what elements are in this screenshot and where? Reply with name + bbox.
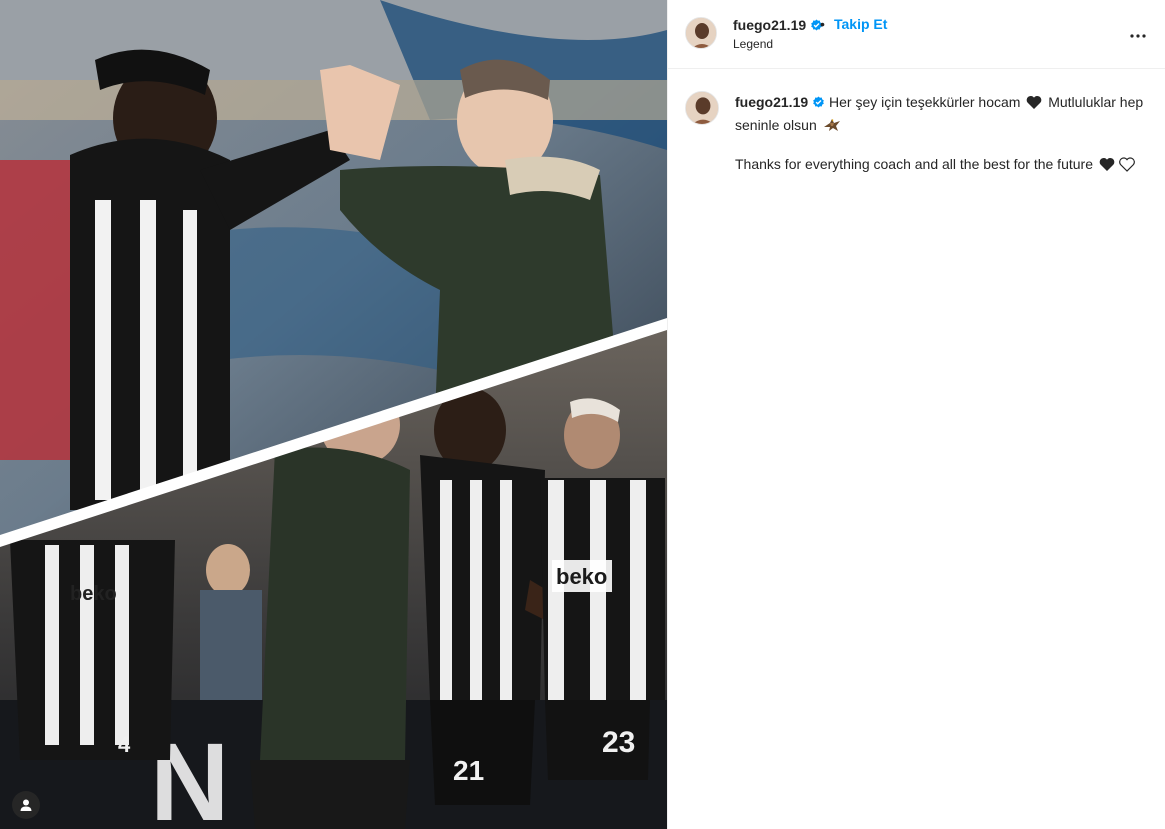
post-caption: fuego21.19 Her şey için teşekkürler hoca… <box>735 92 1150 177</box>
author-avatar[interactable] <box>685 17 717 49</box>
follow-button[interactable]: Takip Et <box>834 16 887 32</box>
post-side-panel: fuego21.19 • Takip Et Legend fuego21.19 … <box>667 0 1165 829</box>
more-options-button[interactable] <box>1126 22 1150 46</box>
caption-author-avatar[interactable] <box>685 91 719 125</box>
caption-avatar-image <box>686 92 718 124</box>
separator-dot: • <box>820 16 825 32</box>
caption-username[interactable]: fuego21.19 <box>735 94 808 110</box>
user-tag-icon <box>19 798 33 812</box>
avatar-image <box>686 18 716 48</box>
jersey-number-23: 23 <box>602 726 635 759</box>
caption-line-1: fuego21.19 Her şey için teşekkürler hoca… <box>735 92 1150 138</box>
post-image[interactable]: N beko 4 21 beko 23 <box>0 0 667 829</box>
jersey-number-4: 4 <box>118 732 131 757</box>
post-header: fuego21.19 • Takip Et Legend <box>668 0 1165 69</box>
caption-verified-badge-icon <box>812 94 825 114</box>
eagle-icon <box>823 117 841 138</box>
jersey-number-21: 21 <box>453 755 484 786</box>
post-photo-collage: N beko 4 21 beko 23 <box>0 0 667 829</box>
author-username[interactable]: fuego21.19 <box>733 17 823 35</box>
black-heart-icon <box>1026 95 1042 115</box>
author-username-text[interactable]: fuego21.19 <box>733 17 806 33</box>
sponsor-text-right: beko <box>556 564 607 589</box>
white-heart-icon <box>1118 157 1135 177</box>
user-tag-button[interactable] <box>12 791 40 819</box>
caption-line-2: Thanks for everything coach and all the … <box>735 154 1150 177</box>
caption-text-en: Thanks for everything coach and all the … <box>735 156 1093 172</box>
black-heart-icon-2 <box>1099 157 1115 177</box>
sponsor-text-left: beko <box>70 583 117 605</box>
caption-text-tr-1: Her şey için teşekkürler hocam <box>829 94 1021 110</box>
more-options-icon <box>1130 25 1146 43</box>
post-location[interactable]: Legend <box>733 37 773 51</box>
